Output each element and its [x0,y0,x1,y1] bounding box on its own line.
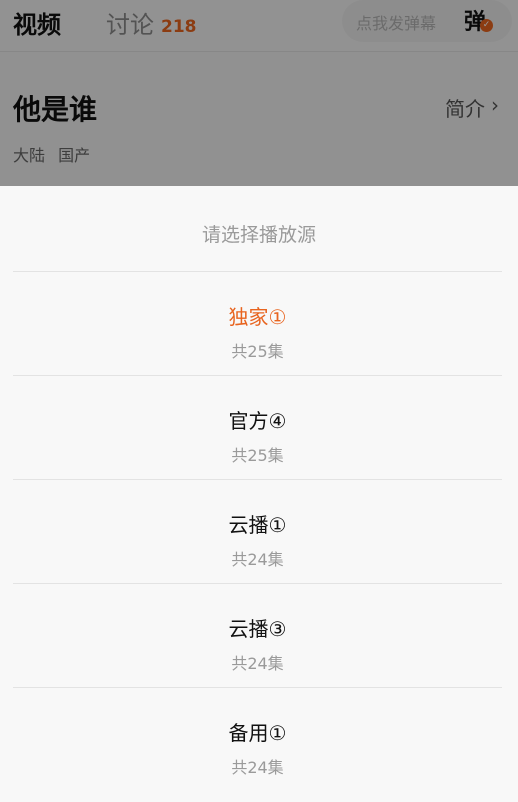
source-item-4[interactable]: 备用① 共24集 [13,688,502,792]
source-name: 备用① [228,721,287,745]
source-list: 独家① 共25集 官方④ 共25集 云播① 共24集 云播③ 共24集 备用① … [13,272,502,792]
source-item-2[interactable]: 云播① 共24集 [13,480,502,584]
episode-count: 共24集 [231,550,284,569]
sheet-title: 请选择播放源 [201,224,316,246]
episode-count: 共25集 [231,446,284,465]
source-name: 独家① [228,305,287,329]
source-name: 官方④ [228,409,287,433]
dim-overlay[interactable] [0,0,518,186]
source-name: 云播① [228,513,287,537]
source-item-1[interactable]: 官方④ 共25集 [13,376,502,480]
source-item-0[interactable]: 独家① 共25集 [13,272,502,376]
episode-count: 共25集 [231,342,284,361]
episode-count: 共24集 [231,654,284,673]
episode-count: 共24集 [231,758,284,777]
source-name: 云播③ [228,617,287,641]
source-select-sheet: 请选择播放源 独家① 共25集 官方④ 共25集 云播① 共24集 云播③ 共2… [0,186,518,802]
source-item-3[interactable]: 云播③ 共24集 [13,584,502,688]
